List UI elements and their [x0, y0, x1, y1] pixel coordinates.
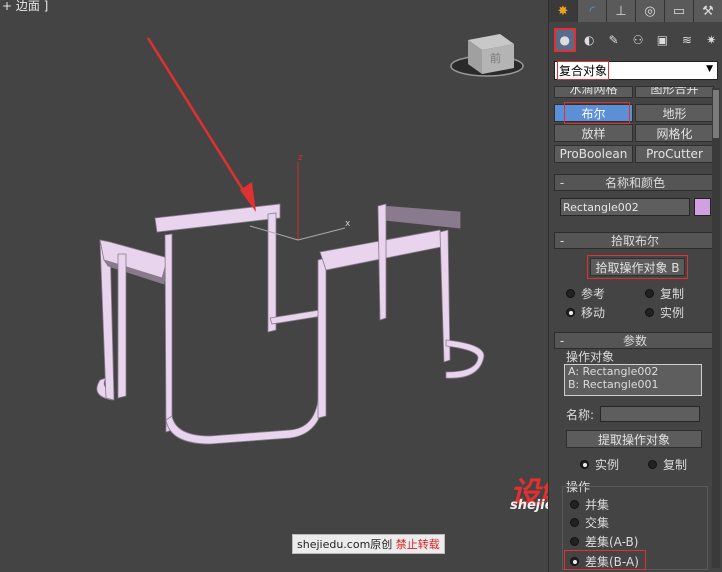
radio-dot — [570, 518, 579, 527]
operation-subtract-a-b[interactable]: 差集(A-B) — [570, 533, 638, 550]
viewcube[interactable]: 前 — [450, 34, 524, 77]
modify-tab-icon[interactable]: ◜ — [578, 0, 607, 22]
cameras-icon[interactable]: ⚇ — [627, 28, 648, 52]
shapemerge-button[interactable]: 图形合并 — [635, 86, 714, 98]
collapse-icon: - — [559, 333, 565, 348]
object-name-field[interactable]: Rectangle002 — [560, 198, 690, 216]
option-label: 实例 — [660, 306, 685, 320]
option-label: 参考 — [581, 287, 606, 301]
helpers-icon[interactable]: ▣ — [652, 28, 673, 52]
radio-dot — [570, 537, 579, 546]
operation-union[interactable]: 并集 — [570, 496, 609, 513]
parameters-title: 参数 — [622, 334, 647, 348]
parameters-rollout[interactable]: - 参数 — [554, 332, 716, 349]
subtract-b-a-highlight — [564, 550, 646, 570]
radio-dot — [566, 289, 575, 298]
option-reference[interactable]: 参考 — [566, 285, 605, 302]
option-label: 并集 — [585, 498, 610, 512]
radio-dot — [570, 500, 579, 509]
shapes-icon[interactable]: ◐ — [579, 28, 600, 52]
utilities-tab-icon[interactable]: ⚒ — [694, 0, 722, 22]
terrain-button[interactable]: 地形 — [635, 104, 714, 122]
operation-intersection[interactable]: 交集 — [570, 514, 609, 531]
display-tab-icon[interactable]: ▭ — [665, 0, 694, 22]
radio-dot — [645, 308, 654, 317]
option-label: 复制 — [663, 458, 688, 472]
viewcube-label: 前 — [490, 51, 501, 65]
extract-operand-button[interactable]: 提取操作对象 — [566, 430, 702, 448]
option-move[interactable]: 移动 — [566, 304, 605, 321]
transform-gizmo[interactable]: z x — [249, 153, 351, 241]
create-tab-icon[interactable]: ✸ — [549, 0, 578, 22]
procutter-button[interactable]: ProCutter — [635, 145, 714, 163]
option-label: 复制 — [660, 287, 685, 301]
radio-dot — [566, 308, 575, 317]
name-color-title: 名称和颜色 — [604, 176, 665, 190]
extract-copy[interactable]: 复制 — [648, 456, 687, 473]
operand-a[interactable]: A: Rectangle002 — [565, 365, 701, 378]
watermark: shejiedu.com原创 禁止转载 — [292, 534, 445, 554]
option-label: 移动 — [581, 306, 606, 320]
boolean-object[interactable] — [96, 203, 485, 445]
option-label: 实例 — [595, 458, 620, 472]
operand-b[interactable]: B: Rectangle001 — [565, 378, 701, 391]
collapse-icon: - — [559, 233, 565, 248]
viewport-label[interactable]: + 边面 ] — [2, 0, 48, 14]
spacewarps-icon[interactable]: ≋ — [676, 28, 697, 52]
annotation-arrow — [146, 37, 256, 212]
motion-tab-icon[interactable]: ◎ — [636, 0, 665, 22]
extract-instance[interactable]: 实例 — [580, 456, 619, 473]
object-color-swatch[interactable] — [694, 198, 711, 216]
viewport-scene[interactable]: 前 z x — [0, 0, 548, 572]
lights-icon[interactable]: ✎ — [603, 28, 624, 52]
pick-boolean-rollout[interactable]: - 拾取布尔 — [554, 232, 716, 249]
boolean-highlight — [564, 102, 630, 124]
systems-icon[interactable]: ✷ — [701, 28, 722, 52]
command-panel-tabs: ✸ ◜ ⊥ ◎ ▭ ⚒ — [549, 0, 722, 22]
viewport[interactable]: 前 z x + 边面] shejiedu.com原创 禁止转载 — [0, 0, 548, 572]
option-instance[interactable]: 实例 — [645, 304, 684, 321]
mesher-button[interactable]: 网格化 — [635, 124, 714, 142]
name-color-rollout[interactable]: - 名称和颜色 — [554, 174, 716, 191]
panel-scrollbar-thumb[interactable] — [713, 90, 719, 138]
option-label: 交集 — [585, 516, 610, 530]
operands-label: 操作对象 — [566, 350, 615, 364]
collapse-icon: - — [559, 175, 565, 190]
gizmo-x-label: x — [345, 219, 351, 229]
loft-button[interactable]: 放样 — [554, 124, 633, 142]
geometry-icon[interactable]: ● — [554, 28, 576, 52]
proboolean-button[interactable]: ProBoolean — [554, 145, 633, 163]
create-subcategory-icons: ● ◐ ✎ ⚇ ▣ ≋ ✷ — [554, 28, 722, 54]
radio-dot — [580, 460, 589, 469]
name-label: 名称: — [566, 408, 595, 422]
radio-dot — [645, 289, 654, 298]
blobmesh-button[interactable]: 水滴网格 — [554, 86, 633, 98]
pick-operand-highlight — [587, 255, 688, 279]
watermark-warn: 禁止转载 — [395, 538, 440, 551]
category-value: 复合对象 — [557, 61, 610, 80]
gizmo-z-label: z — [298, 153, 303, 163]
option-label: 差集(A-B) — [585, 535, 639, 549]
panel-scrollbar[interactable] — [712, 88, 720, 568]
operand-name-field[interactable] — [600, 406, 700, 422]
operands-list[interactable]: A: Rectangle002 B: Rectangle001 — [564, 364, 702, 396]
category-dropdown[interactable]: 复合对象 ▼ — [554, 61, 718, 80]
watermark-site: shejiedu.com原创 — [297, 538, 393, 551]
chevron-down-icon: ▼ — [706, 64, 713, 74]
radio-dot — [648, 460, 657, 469]
pick-boolean-title: 拾取布尔 — [610, 234, 659, 248]
hierarchy-tab-icon[interactable]: ⊥ — [607, 0, 636, 22]
option-copy[interactable]: 复制 — [645, 285, 684, 302]
